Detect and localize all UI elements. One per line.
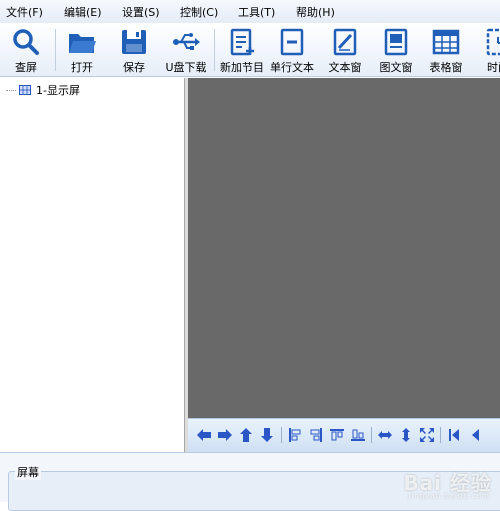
prev-icon — [467, 427, 483, 443]
query-screen-button[interactable]: 查屏 — [8, 25, 44, 75]
save-button[interactable]: 保存 — [116, 25, 152, 75]
stretch-horizontal-button[interactable] — [377, 427, 393, 443]
tree-connector — [6, 90, 16, 91]
single-line-text-button[interactable]: 单行文本 — [268, 25, 316, 75]
single-line-text-icon — [277, 27, 307, 57]
menu-settings[interactable]: 设置(S) — [116, 4, 174, 20]
usb-download-button[interactable]: U盘下载 — [162, 25, 210, 75]
screen-tree-panel: 1-显示屏 — [0, 78, 185, 452]
stretch-vertical-icon — [398, 427, 414, 443]
tree-item-label: 1-显示屏 — [36, 82, 80, 98]
clock-icon — [483, 27, 500, 57]
folder-open-icon — [67, 27, 97, 57]
single-line-text-label: 单行文本 — [270, 59, 314, 75]
move-left-button[interactable] — [196, 427, 212, 443]
move-down-button[interactable] — [259, 427, 275, 443]
open-label: 打开 — [71, 59, 93, 75]
toolbar-separator — [55, 29, 56, 71]
search-icon — [11, 27, 41, 57]
stretch-horizontal-icon — [377, 427, 393, 443]
prev-button[interactable] — [467, 427, 483, 443]
menu-edit[interactable]: 编辑(E) — [58, 4, 116, 20]
image-text-window-button[interactable]: 图文窗 — [376, 25, 416, 75]
screen-grid-icon — [19, 85, 31, 95]
text-window-icon — [330, 27, 360, 57]
move-right-icon — [217, 427, 233, 443]
usb-download-label: U盘下载 — [165, 59, 206, 75]
menu-bar: 文件(F) 编辑(E) 设置(S) 控制(C) 工具(T) 帮助(H) — [0, 0, 500, 23]
move-down-icon — [259, 427, 275, 443]
table-window-button[interactable]: 表格窗 — [426, 25, 466, 75]
time-label: 时间 — [487, 59, 500, 75]
move-right-button[interactable] — [217, 427, 233, 443]
align-top-button[interactable] — [329, 427, 345, 443]
menu-control[interactable]: 控制(C) — [174, 4, 232, 20]
image-text-window-icon — [381, 27, 411, 57]
table-window-label: 表格窗 — [430, 59, 463, 75]
align-left-button[interactable] — [287, 427, 303, 443]
text-window-label: 文本窗 — [329, 59, 362, 75]
fullscreen-button[interactable] — [419, 427, 435, 443]
tree-item-display-screen[interactable]: 1-显示屏 — [6, 82, 80, 98]
menu-file[interactable]: 文件(F) — [0, 4, 58, 20]
save-label: 保存 — [123, 59, 145, 75]
query-screen-label: 查屏 — [15, 59, 37, 75]
align-right-button[interactable] — [308, 427, 324, 443]
align-top-icon — [329, 427, 345, 443]
image-text-window-label: 图文窗 — [380, 59, 413, 75]
preview-canvas[interactable] — [188, 78, 500, 418]
text-window-button[interactable]: 文本窗 — [325, 25, 365, 75]
fullscreen-icon — [419, 427, 435, 443]
align-bottom-icon — [350, 427, 366, 443]
align-separator — [281, 427, 282, 443]
align-right-icon — [308, 427, 324, 443]
menu-tools[interactable]: 工具(T) — [232, 4, 290, 20]
move-up-icon — [238, 427, 254, 443]
time-button[interactable]: 时间 — [478, 25, 500, 75]
new-program-icon — [227, 27, 257, 57]
usb-icon — [171, 27, 201, 57]
screen-group-label: 屏幕 — [15, 464, 41, 480]
align-toolbar — [188, 418, 500, 452]
stretch-vertical-button[interactable] — [398, 427, 414, 443]
open-button[interactable]: 打开 — [64, 25, 100, 75]
watermark-subtext: jingyan.baidu.com — [408, 492, 490, 500]
new-program-button[interactable]: 新加节目 — [218, 25, 266, 75]
save-icon — [119, 27, 149, 57]
align-left-icon — [287, 427, 303, 443]
toolbar-separator — [214, 29, 215, 71]
align-separator — [371, 427, 372, 443]
table-icon — [431, 27, 461, 57]
main-toolbar: 查屏 打开 保存 U盘下载 — [0, 23, 500, 77]
first-icon — [446, 427, 462, 443]
align-bottom-button[interactable] — [350, 427, 366, 443]
first-button[interactable] — [446, 427, 462, 443]
menu-help[interactable]: 帮助(H) — [290, 4, 348, 20]
new-program-label: 新加节目 — [220, 59, 264, 75]
align-separator — [440, 427, 441, 443]
watermark: Bai 经验 jingyan.baidu.com — [403, 467, 492, 496]
move-up-button[interactable] — [238, 427, 254, 443]
move-left-icon — [196, 427, 212, 443]
